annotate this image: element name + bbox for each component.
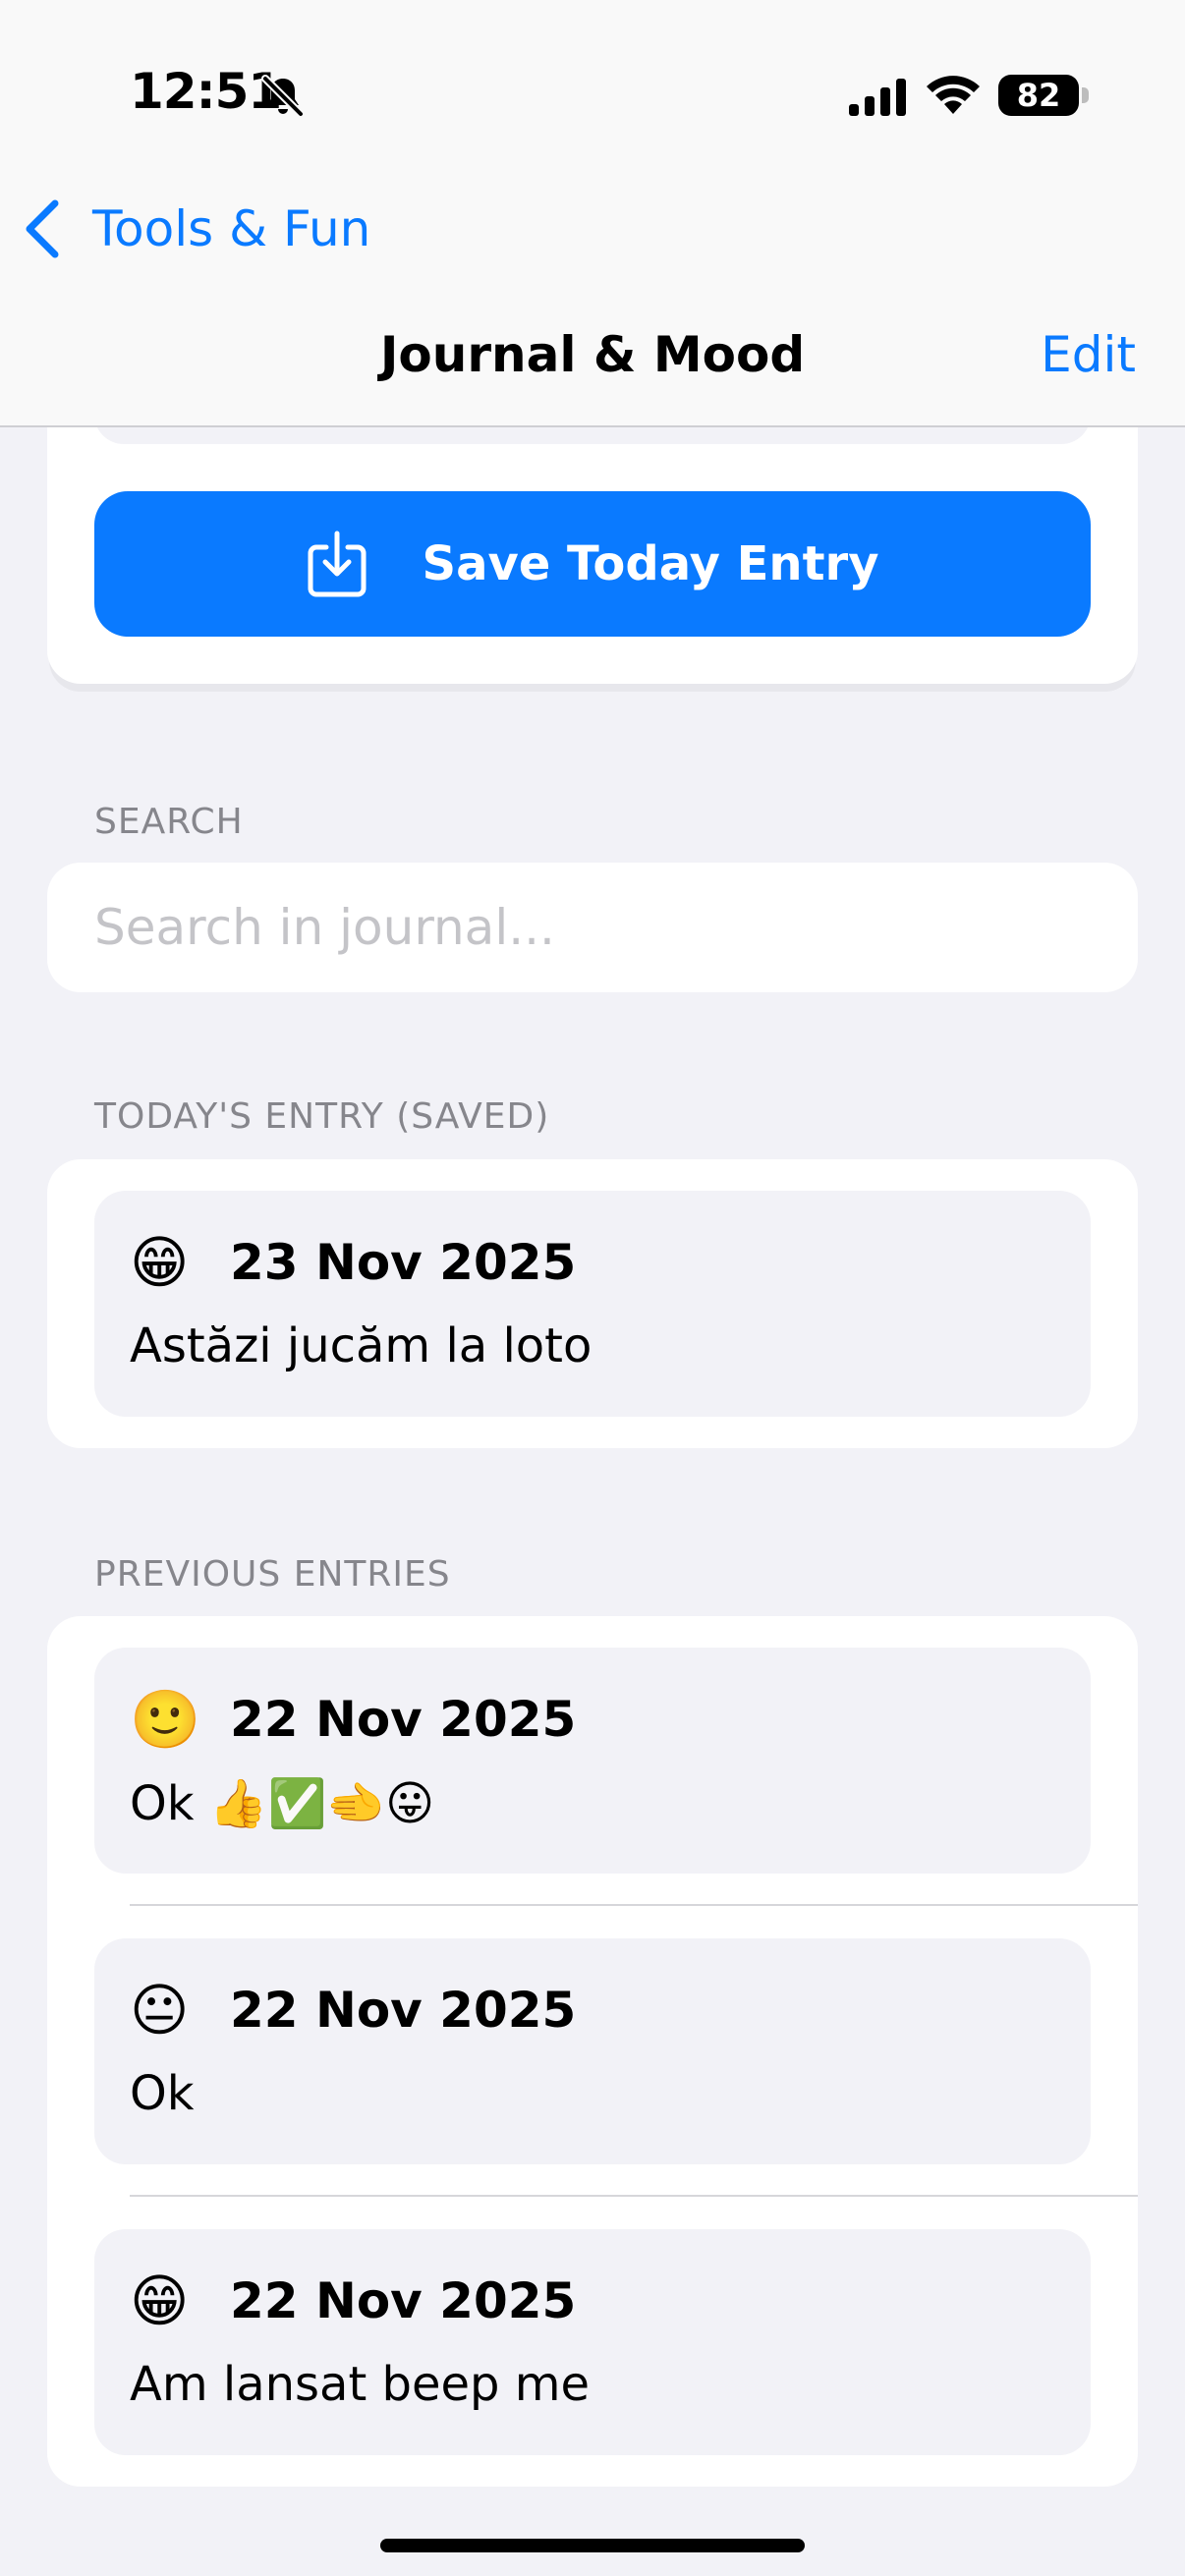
save-button-label: Save Today Entry (422, 536, 879, 591)
mood-emoji: 😐 (130, 1977, 190, 2044)
today-section-header: TODAY'S ENTRY (SAVED) (94, 1096, 550, 1137)
cellular-signal-icon (849, 79, 906, 116)
mood-emoji: 😁 (130, 2268, 190, 2334)
edit-button[interactable]: Edit (1041, 326, 1136, 383)
list-item[interactable]: 🙂 22 Nov 2025 Ok 👍✅🫲😛 (94, 1648, 1091, 1874)
entry-date: 22 Nov 2025 (230, 2272, 577, 2329)
entry-text: Am lansat beep me (130, 2357, 591, 2412)
entry-text: Ok (130, 2066, 195, 2121)
battery-indicator: 82 (998, 75, 1079, 116)
today-entry-card: 😁 23 Nov 2025 Astăzi jucăm la loto (47, 1159, 1138, 1448)
bell-slash-icon (261, 75, 305, 118)
entry-text: Astăzi jucăm la loto (130, 1318, 592, 1373)
back-button[interactable]: Tools & Fun (22, 195, 370, 263)
entry-date: 23 Nov 2025 (230, 1234, 577, 1291)
entry-text: Ok 👍✅🫲😛 (130, 1776, 435, 1831)
wifi-icon (927, 76, 980, 114)
row-separator (130, 2195, 1138, 2197)
home-indicator (380, 2539, 805, 2552)
mood-emoji: 😁 (130, 1229, 190, 1296)
battery-cap (1082, 87, 1089, 103)
list-item[interactable]: 😁 22 Nov 2025 Am lansat beep me (94, 2229, 1091, 2455)
search-section-header: SEARCH (94, 802, 244, 842)
previous-section-header: PREVIOUS ENTRIES (94, 1554, 451, 1595)
chevron-left-icon (26, 199, 59, 258)
entry-date: 22 Nov 2025 (230, 1691, 577, 1748)
row-separator (130, 1904, 1138, 1906)
battery-level: 82 (1016, 77, 1061, 114)
entry-date: 22 Nov 2025 (230, 1982, 577, 2039)
today-entry[interactable]: 😁 23 Nov 2025 Astăzi jucăm la loto (94, 1191, 1091, 1417)
mood-emoji: 🙂 (130, 1686, 201, 1753)
list-item[interactable]: 😐 22 Nov 2025 Ok (94, 1938, 1091, 2164)
previous-entries-card: 🙂 22 Nov 2025 Ok 👍✅🫲😛 😐 22 Nov 2025 Ok 😁… (47, 1616, 1138, 2487)
navigation-bar: 12:51 82 Tools & Fun Journal & Mood Edit (0, 0, 1185, 427)
back-label: Tools & Fun (92, 200, 371, 257)
search-input[interactable] (47, 863, 1138, 992)
page-title: Journal & Mood (379, 326, 806, 383)
tray-arrow-down-icon (308, 531, 366, 597)
save-today-entry-button[interactable]: Save Today Entry (94, 491, 1091, 637)
